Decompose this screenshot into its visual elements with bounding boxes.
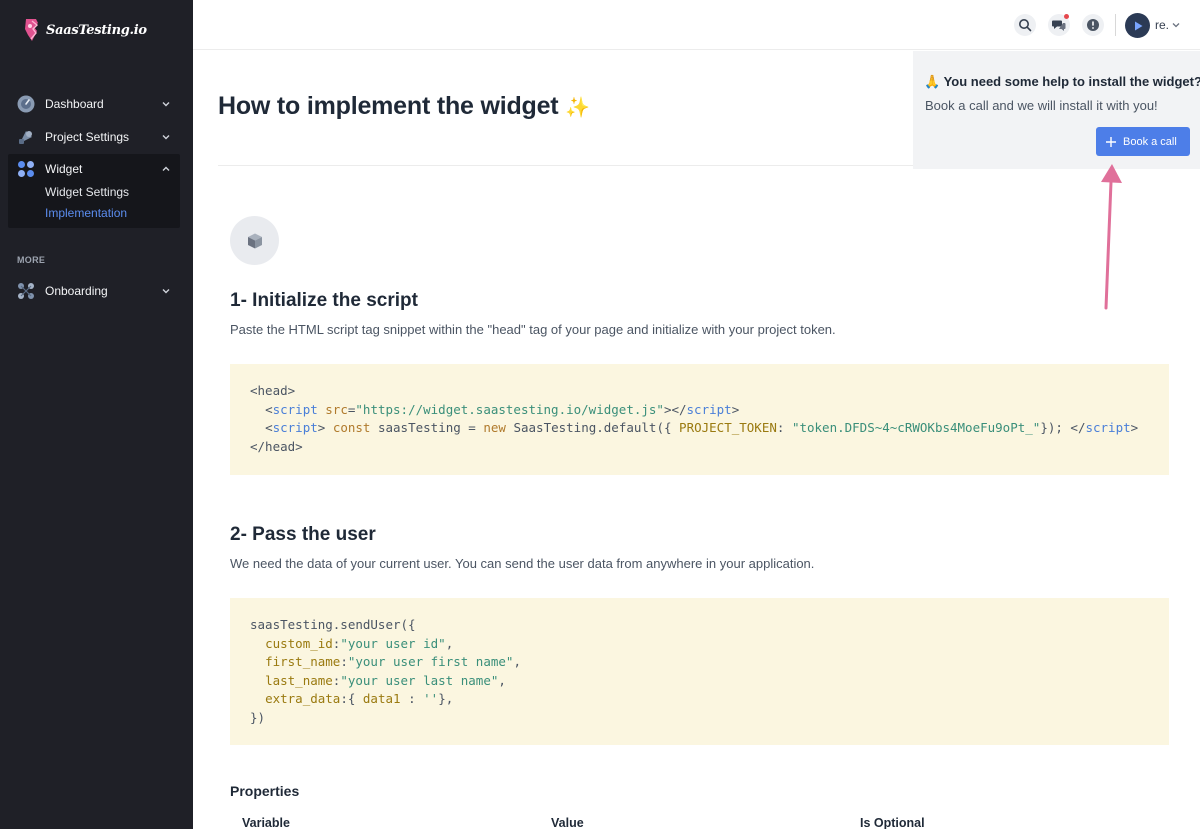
help-title: 🙏 You need some help to install the widg… bbox=[924, 74, 1200, 90]
chevron-up-icon bbox=[162, 166, 170, 171]
sidebar-section-label: MORE bbox=[17, 255, 46, 265]
code-token: PROJECT_TOKEN bbox=[679, 420, 777, 435]
user-name[interactable]: re. bbox=[1155, 18, 1169, 32]
help-panel: 🙏 You need some help to install the widg… bbox=[913, 51, 1200, 169]
page-title-text: How to implement the widget bbox=[218, 92, 559, 120]
sparkles-emoji: ✨ bbox=[565, 97, 590, 119]
code-token: const bbox=[332, 420, 371, 435]
table-header-variable: Variable bbox=[242, 816, 290, 829]
alert-icon bbox=[1087, 19, 1099, 31]
page-title: How to implement the widget ✨ bbox=[218, 92, 590, 121]
cube-icon bbox=[247, 233, 262, 248]
code-token: }); bbox=[1040, 420, 1063, 435]
code-token: src bbox=[325, 401, 348, 417]
chat-icon bbox=[1052, 20, 1066, 31]
code-token: custom_id bbox=[265, 635, 333, 651]
code-token: "https://widget.saastesting.io/widget.js… bbox=[355, 401, 664, 417]
dashboard-icon bbox=[17, 95, 35, 113]
app-logo[interactable]: SaasTesting.io bbox=[22, 17, 147, 43]
table-header-is-optional: Is Optional bbox=[860, 816, 925, 829]
settings-icon bbox=[19, 131, 32, 144]
book-a-call-label: Book a call bbox=[1123, 135, 1177, 148]
sidebar-item-dashboard[interactable]: Dashboard bbox=[8, 89, 180, 119]
user-avatar[interactable] bbox=[1125, 13, 1150, 38]
annotation-arrow bbox=[1101, 164, 1122, 310]
widget-icon bbox=[18, 161, 34, 177]
code-token: new bbox=[483, 420, 506, 435]
sidebar-item-project-settings[interactable]: Project Settings bbox=[8, 122, 180, 152]
sidebar-subitem-widget-settings[interactable]: Widget Settings bbox=[45, 185, 129, 199]
chevron-down-icon bbox=[162, 289, 170, 294]
code-token: data1 bbox=[362, 691, 401, 706]
chat-button[interactable] bbox=[1048, 14, 1070, 36]
code-token: "your user id" bbox=[340, 635, 446, 651]
code-token: last_name bbox=[265, 672, 333, 688]
code-token: script bbox=[686, 401, 732, 417]
book-a-call-button[interactable]: Book a call bbox=[1096, 127, 1190, 156]
code-token: "your user last name" bbox=[340, 672, 499, 688]
code-token: "your user first name" bbox=[347, 654, 514, 669]
onboarding-icon bbox=[18, 283, 34, 299]
code-token: SaasTesting.default({ bbox=[513, 420, 672, 435]
code-token: script bbox=[272, 420, 318, 435]
step-1-description: Paste the HTML script tag snippet within… bbox=[230, 322, 836, 337]
pray-emoji: 🙏 bbox=[924, 74, 941, 89]
search-icon bbox=[1019, 19, 1032, 32]
properties-title: Properties bbox=[230, 783, 300, 799]
code-token: first_name bbox=[265, 654, 341, 669]
code-token: </head> bbox=[250, 438, 303, 454]
chevron-down-icon bbox=[162, 135, 170, 140]
sidebar-item-label: Onboarding bbox=[45, 284, 108, 298]
code-token: script bbox=[272, 401, 318, 417]
code-token: }) bbox=[250, 709, 266, 725]
logo-text: SaasTesting.io bbox=[46, 22, 147, 38]
code-token: '' bbox=[423, 691, 439, 706]
code-token: <head> bbox=[250, 383, 296, 398]
play-icon bbox=[1134, 21, 1142, 30]
code-token: saasTesting bbox=[377, 420, 461, 435]
notification-dot bbox=[1064, 14, 1069, 19]
sidebar-group-widget: Widget Widget Settings Implementation bbox=[8, 154, 180, 228]
logo-mark-icon bbox=[25, 19, 39, 41]
sidebar-item-widget[interactable]: Widget bbox=[8, 154, 180, 184]
plus-icon bbox=[1106, 136, 1116, 147]
sidebar-item-label: Widget bbox=[45, 162, 83, 176]
chevron-down-icon bbox=[162, 102, 170, 107]
code-block-init[interactable]: <head> <script src="https://widget.saast… bbox=[230, 364, 1169, 475]
sidebar-item-onboarding[interactable]: Onboarding bbox=[8, 276, 180, 306]
alert-button[interactable] bbox=[1082, 14, 1104, 36]
code-token: saasTesting.sendUser({ bbox=[250, 617, 416, 632]
code-token: "token.DFDS~4~cRWOKbs4MoeFu9oPt_" bbox=[791, 420, 1041, 435]
help-title-text: You need some help to install the widget… bbox=[943, 74, 1200, 89]
sidebar-item-label: Project Settings bbox=[45, 130, 130, 144]
table-header-value: Value bbox=[551, 816, 584, 829]
sidebar-item-label: Dashboard bbox=[45, 97, 104, 111]
topbar-divider bbox=[1115, 14, 1116, 36]
code-block-send-user[interactable]: saasTesting.sendUser({ custom_id:"your u… bbox=[230, 598, 1169, 745]
step-1-heading: 1- Initialize the script bbox=[230, 290, 418, 311]
title-divider bbox=[218, 165, 913, 166]
code-token: script bbox=[1085, 420, 1131, 435]
help-text: Book a call and we will install it with … bbox=[925, 98, 1158, 113]
search-button[interactable] bbox=[1014, 14, 1036, 36]
sidebar: SaasTesting.io Dashboard Project Setting… bbox=[0, 0, 193, 829]
sidebar-subitem-implementation[interactable]: Implementation bbox=[45, 206, 127, 220]
code-token: extra_data bbox=[265, 691, 341, 706]
top-bar: re. bbox=[193, 0, 1200, 50]
chevron-down-icon[interactable] bbox=[1171, 20, 1181, 30]
step-2-description: We need the data of your current user. Y… bbox=[230, 556, 815, 571]
step-2-heading: 2- Pass the user bbox=[230, 524, 376, 545]
cube-badge bbox=[230, 216, 279, 265]
